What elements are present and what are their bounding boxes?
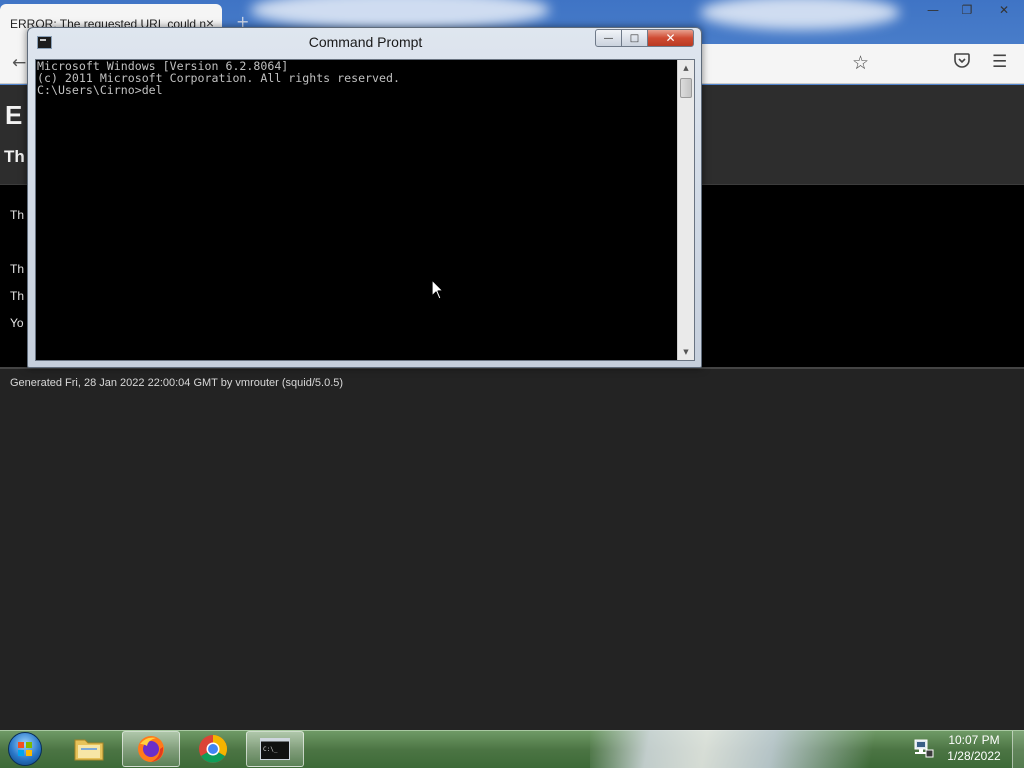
pocket-icon[interactable] <box>954 53 970 72</box>
console-area[interactable]: Microsoft Windows [Version 6.2.8064] (c) … <box>35 59 695 361</box>
vertical-scrollbar[interactable]: ▲ ▼ <box>677 60 694 360</box>
arrow-left-icon[interactable]: ← <box>12 53 26 73</box>
taskbar-firefox[interactable] <box>122 731 180 767</box>
cmd-icon: C:\_ <box>260 738 290 760</box>
clock-time: 10:07 PM <box>948 733 1000 747</box>
taskbar-command-prompt[interactable]: C:\_ <box>246 731 304 767</box>
network-icon[interactable] <box>912 738 934 758</box>
close-button[interactable]: ✕ <box>647 29 694 47</box>
command-prompt-window[interactable]: Command Prompt — □ ✕ Microsoft Windows [… <box>27 27 702 368</box>
show-desktop-button[interactable] <box>1012 731 1024 768</box>
minimize-button[interactable]: — <box>595 29 622 47</box>
taskbar-wallpaper-art <box>590 730 920 768</box>
error-text-line: Th <box>10 208 25 222</box>
error-text-line: Th <box>10 289 25 303</box>
windows-logo-icon <box>8 732 42 766</box>
restore-icon[interactable]: ❐ <box>950 0 984 20</box>
taskbar-file-explorer[interactable] <box>60 731 118 767</box>
close-icon[interactable]: ✕ <box>984 0 1024 20</box>
firefox-icon <box>138 736 164 762</box>
browser-window-controls: — ❐ ✕ <box>916 0 1024 20</box>
star-icon[interactable]: ☆ <box>852 52 869 74</box>
system-clock[interactable]: 10:07 PM 1/28/2022 <box>940 732 1008 764</box>
mouse-cursor-icon <box>431 279 444 300</box>
scroll-up-icon[interactable]: ▲ <box>678 60 694 76</box>
page-title: E <box>5 100 23 130</box>
taskbar-chrome[interactable] <box>184 731 242 767</box>
svg-text:C:\_: C:\_ <box>263 746 278 753</box>
error-text-line: Th <box>10 262 25 276</box>
maximize-button[interactable]: □ <box>621 29 648 47</box>
generated-footer: Generated Fri, 28 Jan 2022 22:00:04 GMT … <box>10 377 344 389</box>
console-prompt-line: C:\Users\Cirno>del <box>37 83 163 97</box>
scroll-thumb[interactable] <box>680 78 692 98</box>
console-output: Microsoft Windows [Version 6.2.8064] (c) … <box>37 60 400 96</box>
error-text-line: Yo <box>10 316 24 330</box>
start-button[interactable] <box>4 731 46 767</box>
folder-icon <box>74 739 104 761</box>
chrome-icon <box>199 735 227 763</box>
hamburger-menu-icon[interactable]: ☰ <box>992 52 1007 72</box>
page-subtitle: Th <box>4 147 25 166</box>
clock-date: 1/28/2022 <box>947 749 1001 763</box>
minimize-icon[interactable]: — <box>916 0 950 20</box>
scroll-down-icon[interactable]: ▼ <box>678 344 694 360</box>
